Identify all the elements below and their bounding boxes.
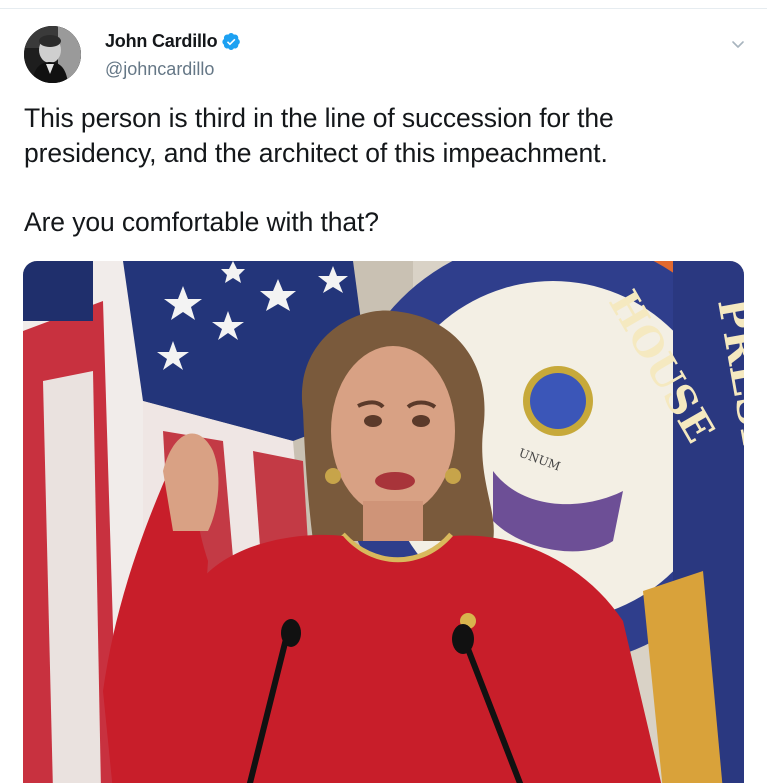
verified-badge-icon xyxy=(222,32,241,50)
author-display-name[interactable]: John Cardillo xyxy=(105,31,218,52)
tweet-text-paragraph-1: This person is third in the line of succ… xyxy=(24,103,614,168)
tweet-text-paragraph-2: Are you comfortable with that? xyxy=(24,207,379,237)
author-name-row[interactable]: John Cardillo xyxy=(105,30,241,52)
tweet-card[interactable]: John Cardillo @johncardillo This person … xyxy=(0,0,767,783)
top-divider xyxy=(0,8,767,9)
tweet-menu-button[interactable] xyxy=(726,34,750,54)
media-still-image: HOUSE PRESI UNUM xyxy=(23,261,744,783)
author-handle[interactable]: @johncardillo xyxy=(105,59,214,80)
avatar[interactable] xyxy=(24,26,81,83)
tweet-text: This person is third in the line of succ… xyxy=(24,101,744,240)
chevron-down-icon xyxy=(732,41,744,48)
avatar-image xyxy=(24,26,81,83)
tweet-media-video[interactable]: HOUSE PRESI UNUM xyxy=(23,261,744,783)
